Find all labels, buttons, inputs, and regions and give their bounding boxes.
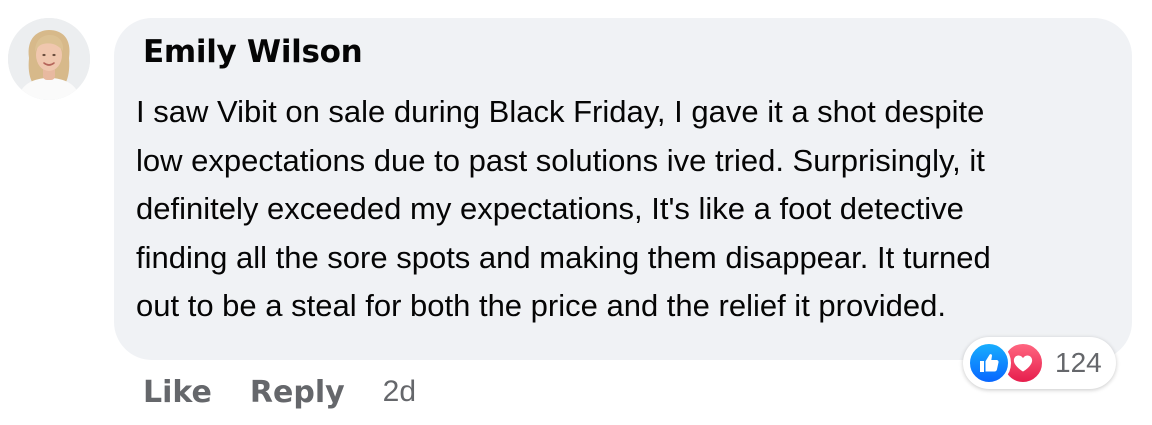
like-button[interactable]: Like <box>143 375 212 410</box>
timestamp[interactable]: 2d <box>383 375 416 409</box>
comment: Emily Wilson I saw Vibit on sale during … <box>0 0 1152 425</box>
comment-text: I saw Vibit on sale during Black Friday,… <box>136 94 991 323</box>
reply-button[interactable]: Reply <box>250 375 345 410</box>
author-name[interactable]: Emily Wilson <box>143 34 363 70</box>
like-icon <box>967 341 1011 385</box>
profile-photo-icon <box>8 18 90 100</box>
avatar[interactable] <box>8 18 90 100</box>
reactions-summary[interactable]: 124 <box>963 337 1116 389</box>
comment-actions: Like Reply 2d <box>143 372 416 412</box>
comment-bubble: Emily Wilson I saw Vibit on sale during … <box>114 18 1132 360</box>
reaction-count: 124 <box>1055 347 1102 378</box>
